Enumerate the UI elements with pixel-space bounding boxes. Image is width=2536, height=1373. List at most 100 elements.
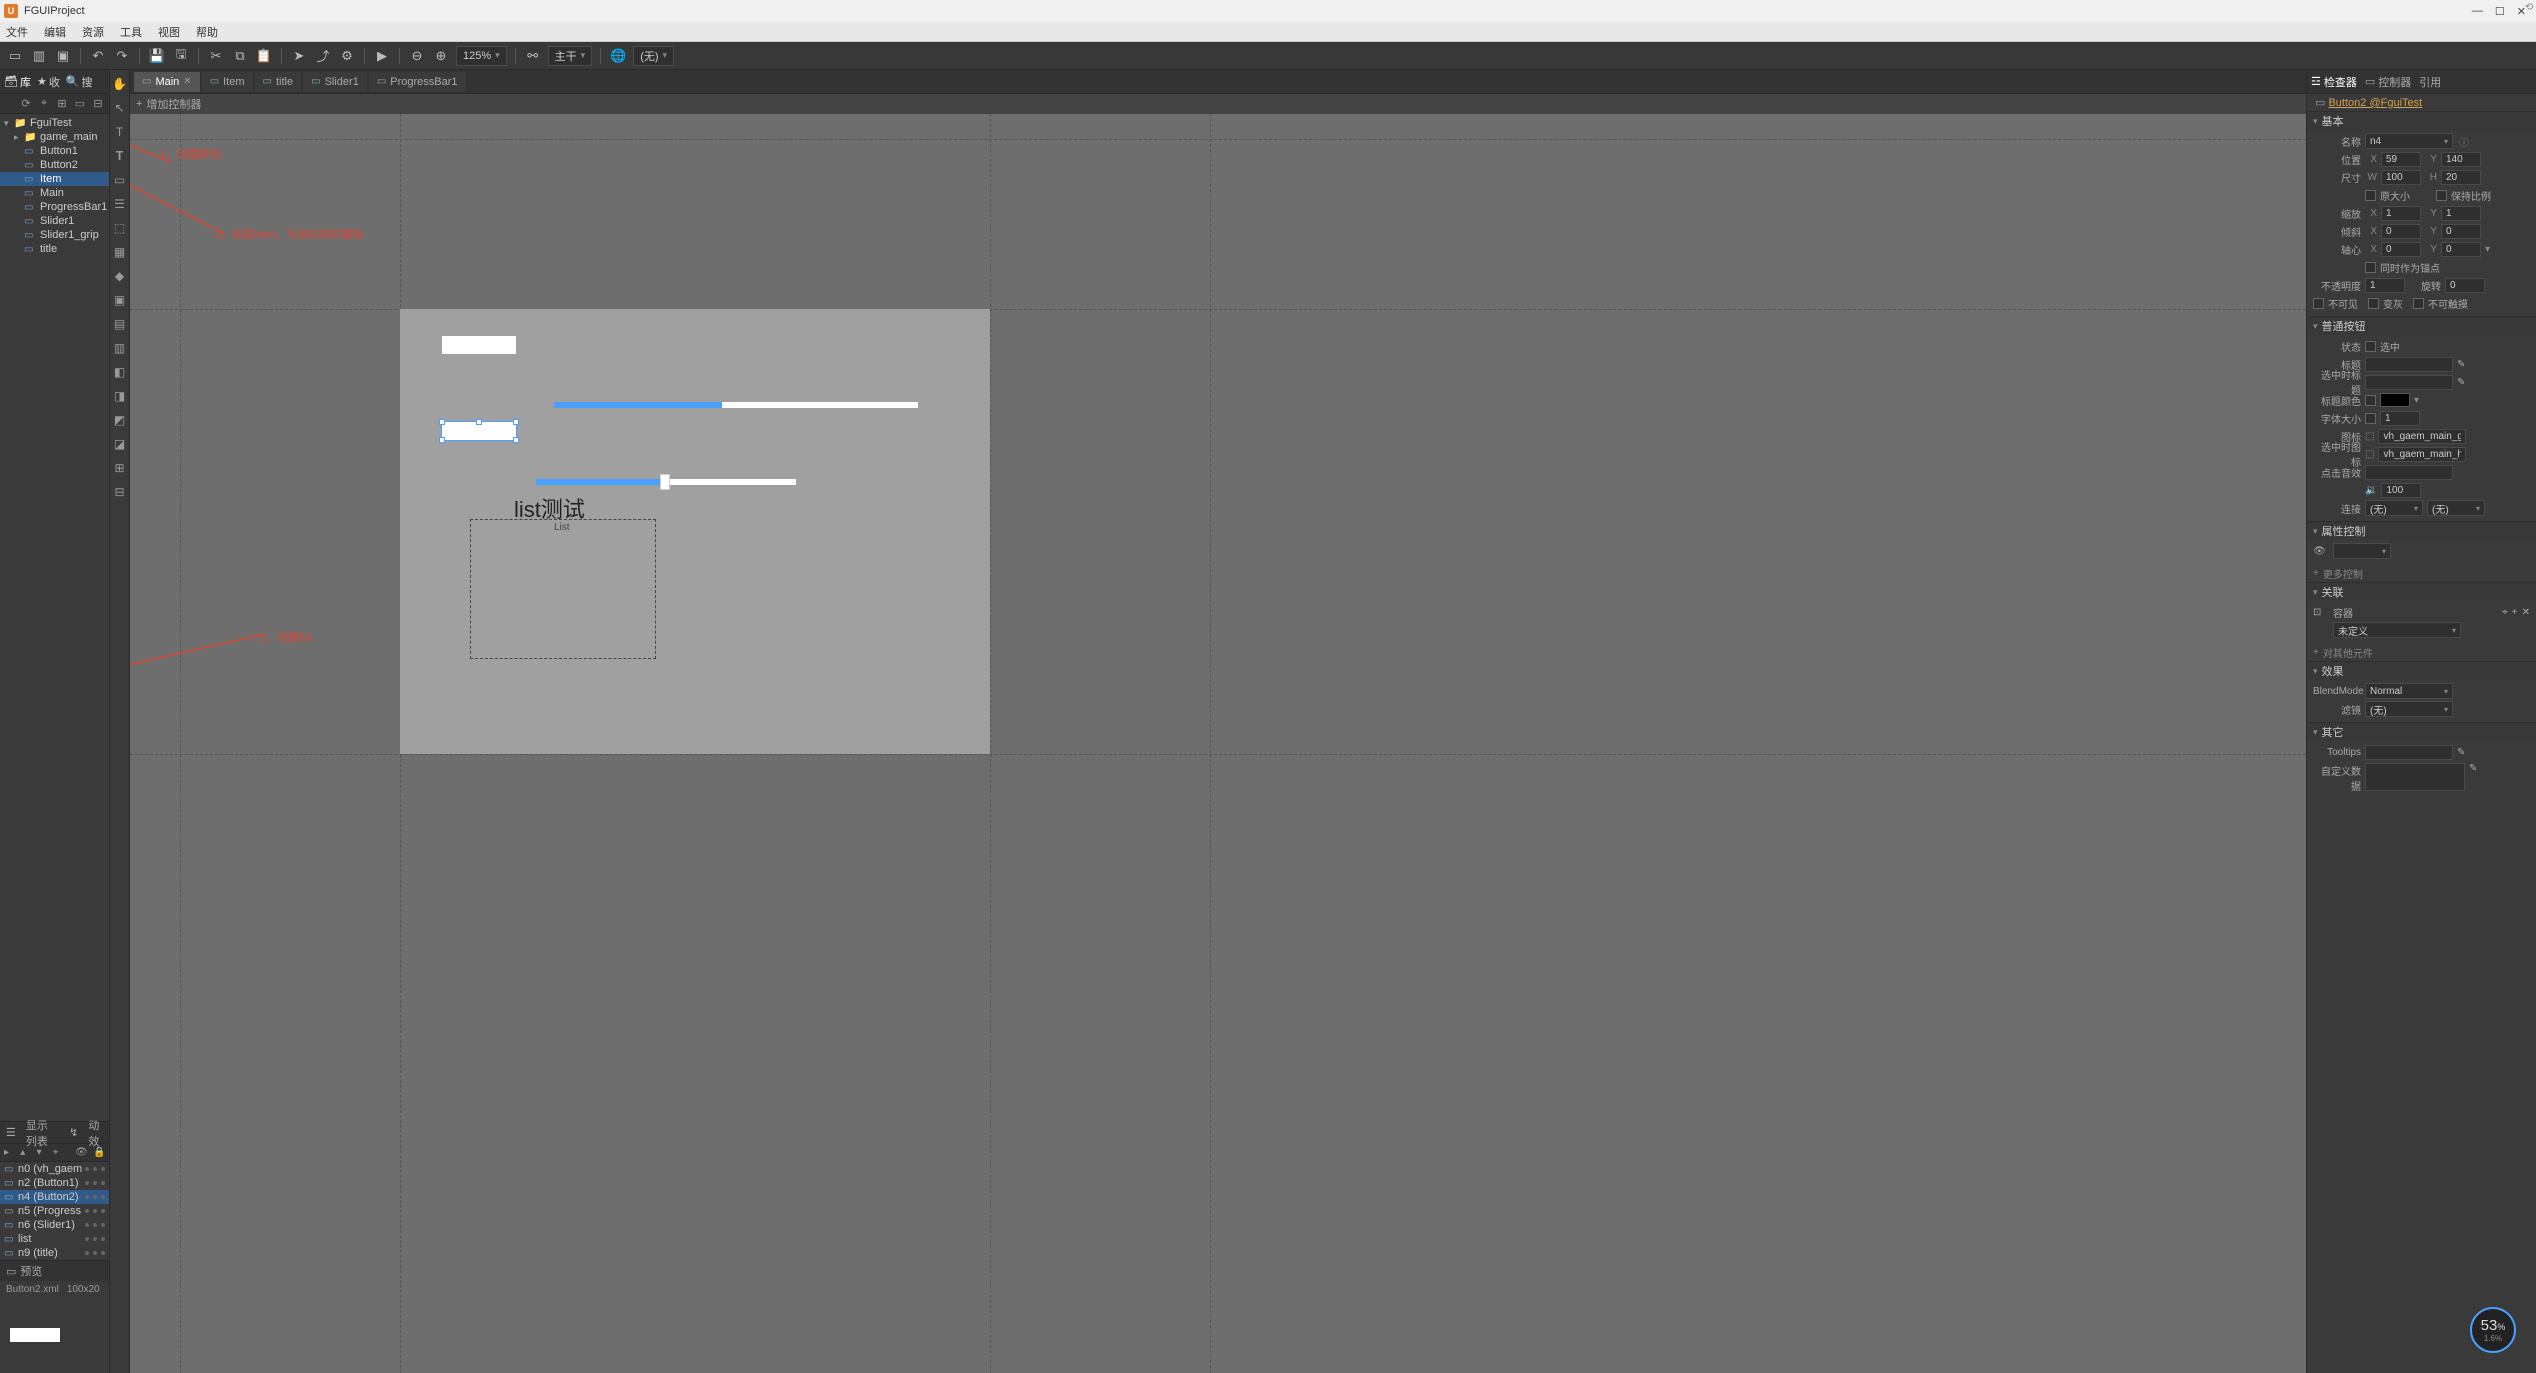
dl-up-icon[interactable]: ▴	[20, 1147, 30, 1159]
tool-text-icon[interactable]: T	[112, 124, 128, 140]
displaylist-item-flags[interactable]	[85, 1209, 105, 1213]
settings-icon[interactable]: ⚙	[338, 47, 356, 65]
tree-item[interactable]: ▸📁game_main	[0, 130, 109, 144]
tool-comp5-icon[interactable]: ◨	[112, 388, 128, 404]
branch-dropdown[interactable]: 主干	[548, 46, 593, 66]
displaylist-item[interactable]: ▭n4 (Button2)	[0, 1190, 109, 1204]
save-all-icon[interactable]: 🖫	[172, 47, 190, 65]
window-maximize-icon[interactable]: ☐	[2495, 5, 2505, 18]
library-tree[interactable]: ▾📁FguiTest▸📁game_main▭Button1▭Button2▭It…	[0, 114, 109, 1121]
tool-hand-icon[interactable]: ✋	[112, 76, 128, 92]
tool-arrow-icon[interactable]: ↖	[112, 100, 128, 116]
section-relation[interactable]: 关联	[2307, 583, 2536, 601]
input-rotation[interactable]	[2445, 278, 2485, 293]
section-commonbutton[interactable]: 普通按钮	[2307, 317, 2536, 335]
input-size-w[interactable]	[2381, 170, 2421, 185]
edit-title-icon[interactable]: ✎	[2457, 359, 2465, 370]
displaylist-item[interactable]: ▭n6 (Slider1)	[0, 1218, 109, 1232]
titlecolor-dropdown-icon[interactable]: ▾	[2414, 395, 2419, 406]
tree-item[interactable]: ▭Main	[0, 186, 109, 200]
new-comp-icon[interactable]: ▥	[30, 47, 48, 65]
check-titlecolor[interactable]	[2365, 395, 2376, 406]
tab-library[interactable]: 🗃库	[4, 74, 31, 90]
tab-search[interactable]: 🔍搜	[66, 74, 93, 90]
displaylist-item[interactable]: ▭list	[0, 1232, 109, 1246]
zoom-dropdown[interactable]: 125%	[456, 46, 507, 66]
tab-inspector[interactable]: ☲检查器	[2311, 74, 2357, 90]
tree-item[interactable]: ▭Item	[0, 172, 109, 186]
menu-view[interactable]: 视图	[158, 24, 180, 40]
canvas-list[interactable]	[470, 519, 656, 659]
tool-graph-icon[interactable]: ▭	[112, 172, 128, 188]
lang-dropdown[interactable]: (无)	[633, 46, 674, 66]
save-icon[interactable]: 💾	[148, 47, 166, 65]
relation-del-icon[interactable]: ✕	[2522, 607, 2530, 618]
tool-shape-icon[interactable]: ◆	[112, 268, 128, 284]
undo-icon[interactable]: ↶	[89, 47, 107, 65]
menu-tool[interactable]: 工具	[120, 24, 142, 40]
add-controller-icon[interactable]: +	[136, 98, 142, 110]
doc-tab[interactable]: ▭title	[255, 72, 302, 92]
copy-icon[interactable]: ⧉	[231, 47, 249, 65]
input-title[interactable]	[2365, 357, 2453, 372]
doc-tab[interactable]: ▭Slider1	[303, 72, 367, 92]
displaylist-item[interactable]: ▭n0 (vh_gaem	[0, 1162, 109, 1176]
refresh-icon[interactable]: ⟳	[19, 97, 33, 111]
publish-icon[interactable]: ⤴	[314, 47, 332, 65]
select-link2[interactable]: (无)	[2427, 500, 2485, 516]
tab-favorites[interactable]: ★收	[37, 74, 60, 90]
displaylist-item-flags[interactable]	[85, 1181, 105, 1185]
input-fontsize[interactable]	[2380, 411, 2420, 426]
doc-tab[interactable]: ▭Item	[202, 72, 253, 92]
tree-item[interactable]: ▭ProgressBar1	[0, 200, 109, 214]
check-untouchable[interactable]	[2413, 298, 2424, 309]
displaylist-item[interactable]: ▭n9 (title)	[0, 1246, 109, 1260]
globe-icon[interactable]: 🌐	[609, 47, 627, 65]
tool-comp2-icon[interactable]: ▤	[112, 316, 128, 332]
new-icon[interactable]: ▭	[73, 97, 87, 111]
input-pivot-x[interactable]	[2381, 242, 2421, 257]
zoom-in-icon[interactable]: ⊕	[432, 47, 450, 65]
displaylist-item[interactable]: ▭n5 (Progress	[0, 1204, 109, 1218]
displaylist-title[interactable]: 显示列表	[26, 1117, 55, 1149]
doc-tab[interactable]: ▭Main✕	[134, 72, 200, 92]
check-origsize[interactable]	[2365, 190, 2376, 201]
tool-comp9-icon[interactable]: ⊟	[112, 484, 128, 500]
add-relation[interactable]: 对其他元件	[2307, 643, 2536, 661]
dl-visible-icon[interactable]: 👁	[75, 1147, 87, 1159]
pivot-preset-icon[interactable]: ▾	[2485, 244, 2490, 255]
cut-icon[interactable]: ✂	[207, 47, 225, 65]
displaylist-item-flags[interactable]	[85, 1223, 105, 1227]
check-grayed[interactable]	[2368, 298, 2379, 309]
check-fontsize[interactable]	[2365, 413, 2376, 424]
menu-file[interactable]: 文件	[6, 24, 28, 40]
tree-item[interactable]: ▭Button2	[0, 158, 109, 172]
input-scale-y[interactable]	[2441, 206, 2481, 221]
window-minimize-icon[interactable]: —	[2472, 5, 2483, 18]
input-seltitle[interactable]	[2365, 375, 2453, 390]
menu-edit[interactable]: 编辑	[44, 24, 66, 40]
select-link[interactable]: (无)	[2365, 500, 2423, 516]
menu-help[interactable]: 帮助	[196, 24, 218, 40]
check-invisible[interactable]	[2313, 298, 2324, 309]
expand-icon[interactable]: ⊞	[55, 97, 69, 111]
input-alpha[interactable]	[2365, 278, 2405, 293]
displaylist-item-flags[interactable]	[85, 1251, 105, 1255]
displaylist-items[interactable]: ▭n0 (vh_gaem▭n2 (Button1)▭n4 (Button2)▭n…	[0, 1162, 109, 1260]
toolbar-collapse-icon[interactable]: ⟲	[2522, 0, 2536, 14]
inspector-link[interactable]: Button2 @FguiTest	[2328, 97, 2422, 109]
displaylist-item[interactable]: ▭n2 (Button1)	[0, 1176, 109, 1190]
input-clicksound[interactable]	[2365, 465, 2453, 480]
timeline-title[interactable]: 动效	[88, 1117, 103, 1149]
select-relation[interactable]: 未定义	[2333, 622, 2461, 638]
displaylist-item-flags[interactable]	[85, 1237, 105, 1241]
info-icon[interactable]: ⓘ	[2457, 134, 2471, 148]
add-propcontrol[interactable]: 更多控制	[2307, 564, 2536, 582]
tree-item[interactable]: ▭Button1	[0, 144, 109, 158]
edit-seltitle-icon[interactable]: ✎	[2457, 377, 2465, 388]
add-controller-label[interactable]: 增加控制器	[146, 96, 201, 112]
input-pos-x[interactable]	[2381, 152, 2421, 167]
check-keepratio[interactable]	[2436, 190, 2447, 201]
tool-comp7-icon[interactable]: ◪	[112, 436, 128, 452]
menu-assets[interactable]: 资源	[82, 24, 104, 40]
